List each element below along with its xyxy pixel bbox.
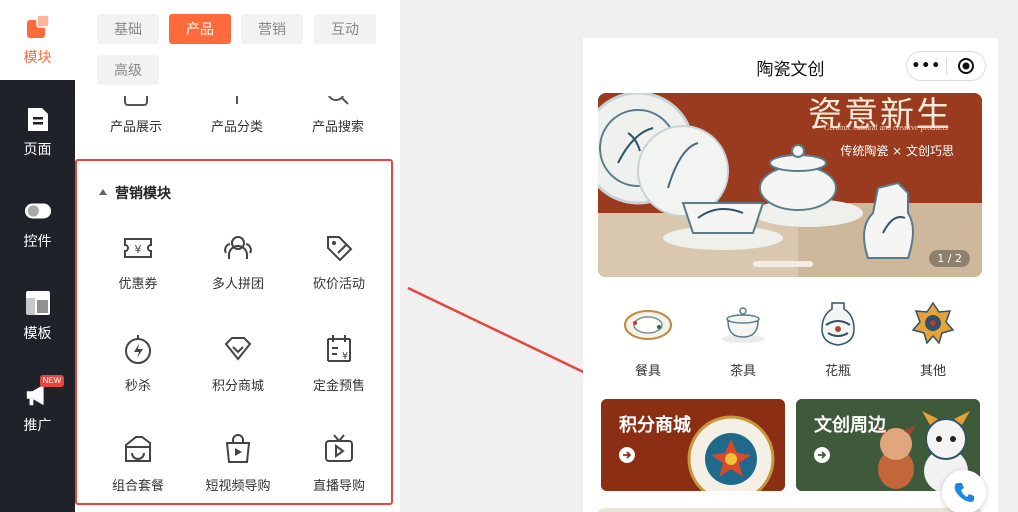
tea-set-icon [708,298,778,348]
tab-product[interactable]: 产品 [169,14,231,44]
product-category-icon [187,96,287,116]
product-search-item[interactable]: 产品搜索 [288,96,388,135]
bargain-label: 砍价活动 [312,277,365,292]
svg-text:¥: ¥ [342,351,348,362]
coupon-module[interactable]: ¥ 优惠券 [88,233,188,313]
sidebar-item-label: 控件 [23,234,52,250]
live-tv-icon [325,434,353,462]
sidebar-item-label: 模块 [23,50,52,66]
tableware-icon [613,298,683,348]
category-tea-set[interactable]: 茶具 [708,298,778,379]
more-icon[interactable]: ••• [907,58,946,74]
product-category-label: 产品分类 [210,120,263,135]
sidebar-item-label: 推广 [23,418,52,434]
toggle-icon [24,197,52,225]
close-target-icon[interactable] [946,57,985,75]
modules-icon [24,13,52,41]
points-mall-card[interactable]: 积分商城 [601,399,785,491]
live-stream-module[interactable]: 直播导购 [289,433,389,512]
product-module-row: 产品展示 产品分类 产品搜索 [75,96,400,146]
group-buy-label: 多人拼团 [211,277,264,292]
coupon-label: 优惠券 [118,277,158,292]
main-sidebar: 模块 页面 控件 模板 NEW 推广 [0,0,75,512]
banner-pagination: 1 / 2 [929,250,970,267]
short-video-label: 短视频导购 [205,479,271,494]
category-label: 茶具 [729,364,756,379]
bargain-icon [327,236,353,262]
category-row: 餐具 茶具 花瓶 其他 [603,298,983,379]
sidebar-item-label: 模板 [23,326,52,342]
page-icon [24,105,52,133]
template-icon [24,289,52,317]
cultural-merch-card-title: 文创周边 [814,415,886,436]
phone-call-button[interactable] [942,470,986,512]
category-label: 餐具 [634,364,661,379]
banner-subtitle: Ceramic cultural and creative products [824,123,948,132]
new-badge: NEW [39,375,65,387]
other-icon [898,298,968,348]
tab-basic[interactable]: 基础 [97,14,159,44]
product-display-item[interactable]: 产品展示 [86,96,186,135]
flash-sale-icon [125,335,151,364]
sidebar-item-label: 页面 [23,142,52,158]
bargain-module[interactable]: 砍价活动 [289,233,389,313]
sidebar-item-modules[interactable]: 模块 [0,0,75,80]
tab-interaction[interactable]: 互动 [314,14,376,44]
bundle-module[interactable]: 组合套餐 [88,433,188,512]
phone-icon [954,483,974,502]
arrow-right-icon [619,447,635,463]
marketing-section-title: 营销模块 [115,186,171,202]
live-stream-label: 直播导购 [312,479,365,494]
mini-program-capsule: ••• [906,51,986,81]
short-video-module[interactable]: 短视频导购 [188,433,288,512]
tab-advanced[interactable]: 高级 [97,55,159,85]
product-search-label: 产品搜索 [311,120,364,135]
presale-icon: ¥ [327,335,351,362]
product-display-label: 产品展示 [109,120,162,135]
vase-icon [803,298,873,348]
sidebar-item-promote[interactable]: NEW 推广 [0,368,75,448]
flash-sale-label: 秒杀 [124,379,151,394]
group-buy-icon [224,236,252,259]
points-mall-card-title: 积分商城 [619,415,691,436]
short-video-icon [225,434,251,463]
group-buy-module[interactable]: 多人拼团 [188,233,288,313]
points-mall-icon [224,337,252,361]
hero-banner[interactable]: 瓷意新生 Ceramic cultural and creative produ… [598,93,982,277]
sidebar-item-controls[interactable]: 控件 [0,184,75,264]
mobile-preview: 陶瓷文创 ••• 瓷意新生 Ceramic cultural and creat… [583,38,998,512]
category-label: 其他 [919,364,946,379]
next-section-strip [598,508,982,512]
marketing-module-section: 营销模块 ¥ 优惠券 多人拼团 砍价活动 秒杀 积分商城 ¥ 定金预售 组合套餐… [75,159,393,505]
points-mall-label: 积分商城 [211,379,264,394]
bundle-label: 组合套餐 [111,479,164,494]
flash-sale-module[interactable]: 秒杀 [88,333,188,413]
megaphone-icon: NEW [24,375,65,409]
collapse-caret-icon[interactable] [99,189,107,195]
product-category-item[interactable]: 产品分类 [187,96,287,135]
bundle-icon [125,436,151,462]
sidebar-item-templates[interactable]: 模板 [0,276,75,356]
arrow-right-icon [814,447,830,463]
category-other[interactable]: 其他 [898,298,968,379]
svg-text:¥: ¥ [135,243,142,256]
presale-module[interactable]: ¥ 定金预售 [289,333,389,413]
pointer-arrow [407,286,602,381]
category-tableware[interactable]: 餐具 [613,298,683,379]
presale-label: 定金预售 [312,379,365,394]
product-search-icon [288,96,388,116]
tab-marketing[interactable]: 营销 [241,14,303,44]
category-vase[interactable]: 花瓶 [803,298,873,379]
points-mall-module[interactable]: 积分商城 [188,333,288,413]
product-display-icon [86,96,186,116]
coupon-icon: ¥ [124,238,152,258]
category-label: 花瓶 [824,364,851,379]
sidebar-item-pages[interactable]: 页面 [0,92,75,172]
banner-tagline: 传统陶瓷 × 文创巧思 [840,144,954,158]
module-panel: 基础 产品 营销 互动 高级 产品展示 产品分类 产品搜索 营销模块 ¥ 优惠券… [75,0,400,512]
